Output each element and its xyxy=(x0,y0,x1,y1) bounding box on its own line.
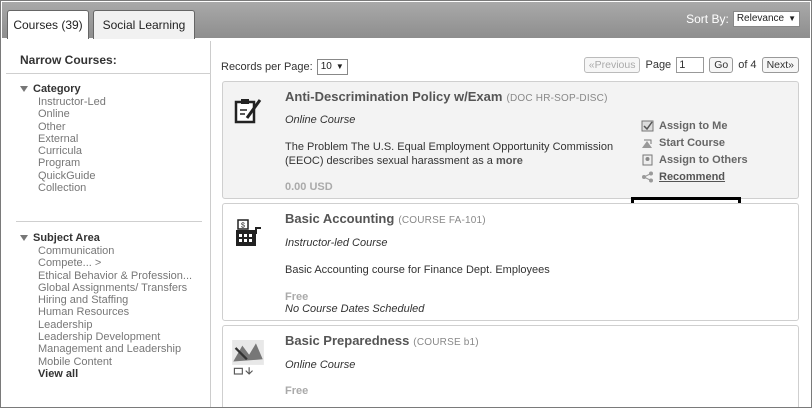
facet-item[interactable]: Instructor-Led xyxy=(38,96,106,108)
course-catalog-frame: Courses (39) Social Learning Sort By: Re… xyxy=(0,0,812,408)
facet-subject-area: Subject Area Communication Compete... > … xyxy=(20,232,192,380)
pagination: «Previous Page 1 Go of 4 Next» xyxy=(583,57,799,73)
course-type: Online Course xyxy=(285,114,356,126)
view-all-link[interactable]: View all xyxy=(38,368,192,380)
page-count: of 4 xyxy=(738,59,757,71)
header-bar: Courses (39) Social Learning Sort By: Re… xyxy=(2,2,810,39)
course-price: 0.00 USD xyxy=(285,181,333,193)
course-title[interactable]: Basic Preparedness (COURSE b1) xyxy=(285,333,479,348)
sort-by-select[interactable]: Relevance ▼ xyxy=(732,11,800,27)
course-card[interactable]: Anti-Descrimination Policy w/Exam (DOC HR… xyxy=(222,81,799,219)
dropdown-arrow-icon: ▼ xyxy=(788,14,796,23)
facet-category-label: Category xyxy=(33,83,81,95)
course-card[interactable]: Basic Preparedness (COURSE b1) Online Cou… xyxy=(222,325,799,407)
course-title-text: Anti-Descrimination Policy w/Exam xyxy=(285,89,503,104)
assign-to-others-button[interactable]: Assign to Others xyxy=(641,151,748,168)
facet-subject-label: Subject Area xyxy=(33,232,100,244)
course-description-text: The Problem The U.S. Equal Employment Op… xyxy=(285,141,614,167)
course-code: (DOC HR-SOP-DISC) xyxy=(506,93,608,104)
document-edit-icon xyxy=(234,99,262,124)
facet-item[interactable]: Management and Leadership xyxy=(38,343,192,355)
facet-category-header[interactable]: Category xyxy=(20,83,106,95)
page-label: Page xyxy=(645,59,672,71)
course-title[interactable]: Anti-Descrimination Policy w/Exam (DOC HR… xyxy=(285,89,608,104)
sidebar-divider xyxy=(6,73,211,74)
facet-item[interactable]: Curricula xyxy=(38,145,106,157)
assign-to-me-label: Assign to Me xyxy=(659,119,728,132)
previous-button[interactable]: «Previous xyxy=(583,57,641,73)
sort-by: Sort By: Relevance ▼ xyxy=(686,10,800,28)
dropdown-arrow-icon: ▼ xyxy=(335,62,344,71)
facet-item[interactable]: Compete... > xyxy=(38,257,192,269)
more-link[interactable]: more xyxy=(496,155,523,167)
facet-item[interactable]: Human Resources xyxy=(38,306,192,318)
course-schedule-note: No Course Dates Scheduled xyxy=(285,303,425,315)
course-price: Free xyxy=(285,385,309,397)
assign-to-others-label: Assign to Others xyxy=(659,153,748,166)
course-type: Online Course xyxy=(285,359,356,371)
svg-text:$: $ xyxy=(241,223,245,230)
facet-item[interactable]: Leadership Development xyxy=(38,331,192,343)
course-card[interactable]: $ Basic Accounting (COURSE FA-101) Instru… xyxy=(222,203,799,321)
course-code: (COURSE FA-101) xyxy=(398,215,486,226)
course-thumbnail-icon xyxy=(232,340,264,375)
calculator-icon: $ xyxy=(236,219,261,246)
facet-item[interactable]: External xyxy=(38,133,106,145)
facet-item[interactable]: Communication xyxy=(38,245,192,257)
facet-item[interactable]: QuickGuide xyxy=(38,170,106,182)
course-description: The Problem The U.S. Equal Employment Op… xyxy=(285,140,615,168)
narrow-courses-sidebar: Narrow Courses: Category Instructor-Led … xyxy=(6,41,211,407)
recommend-button[interactable]: Recommend xyxy=(641,168,748,185)
start-course-label: Start Course xyxy=(659,136,726,149)
facet-item[interactable]: Other xyxy=(38,121,106,133)
course-actions: Assign to Me Start Course Assign to Othe… xyxy=(641,117,748,185)
tab-courses[interactable]: Courses (39) xyxy=(7,10,89,39)
collapse-arrow-icon xyxy=(20,235,28,241)
sidebar-title: Narrow Courses: xyxy=(20,53,117,67)
next-button[interactable]: Next» xyxy=(761,57,799,73)
facet-item[interactable]: Program xyxy=(38,157,106,169)
sidebar-divider xyxy=(16,221,202,222)
tab-social-learning[interactable]: Social Learning xyxy=(93,10,195,39)
records-per-page-label: Records per Page: xyxy=(221,61,313,73)
course-title-text: Basic Accounting xyxy=(285,211,395,226)
facet-item[interactable]: Collection xyxy=(38,182,106,194)
course-title-text: Basic Preparedness xyxy=(285,333,410,348)
sort-by-label: Sort By: xyxy=(686,12,729,26)
facet-item[interactable]: Hiring and Staffing xyxy=(38,294,192,306)
go-button[interactable]: Go xyxy=(709,57,734,73)
facet-item[interactable]: Online xyxy=(38,108,106,120)
facet-subject-header[interactable]: Subject Area xyxy=(20,232,192,244)
start-course-icon xyxy=(642,139,652,148)
facet-category: Category Instructor-Led Online Other Ext… xyxy=(20,83,106,194)
start-course-button[interactable]: Start Course xyxy=(641,134,748,151)
records-per-page-select[interactable]: 10 ▼ xyxy=(316,59,348,75)
records-per-page-value: 10 xyxy=(320,61,332,72)
collapse-arrow-icon xyxy=(20,86,28,92)
assign-to-me-button[interactable]: Assign to Me xyxy=(641,117,748,134)
course-code: (COURSE b1) xyxy=(413,337,479,348)
recommend-label: Recommend xyxy=(659,170,726,183)
facet-item[interactable]: Leadership xyxy=(38,319,192,331)
course-type: Instructor-led Course xyxy=(285,237,388,249)
facet-item[interactable]: Global Assignments/ Transfers xyxy=(38,282,192,294)
course-title[interactable]: Basic Accounting (COURSE FA-101) xyxy=(285,211,486,226)
share-icon xyxy=(642,171,653,182)
sort-by-value: Relevance xyxy=(736,13,785,24)
results-panel: Records per Page: 10 ▼ «Previous Page 1 … xyxy=(213,41,809,407)
course-description: Basic Accounting course for Finance Dept… xyxy=(285,264,550,276)
course-price: Free xyxy=(285,291,309,303)
facet-item[interactable]: Ethical Behavior & Profession... xyxy=(38,270,192,282)
facet-item[interactable]: Mobile Content xyxy=(38,356,192,368)
assign-others-icon xyxy=(642,154,653,165)
assign-check-icon xyxy=(641,120,654,131)
page-number-input[interactable]: 1 xyxy=(676,57,705,73)
records-per-page: Records per Page: 10 ▼ xyxy=(221,59,348,75)
